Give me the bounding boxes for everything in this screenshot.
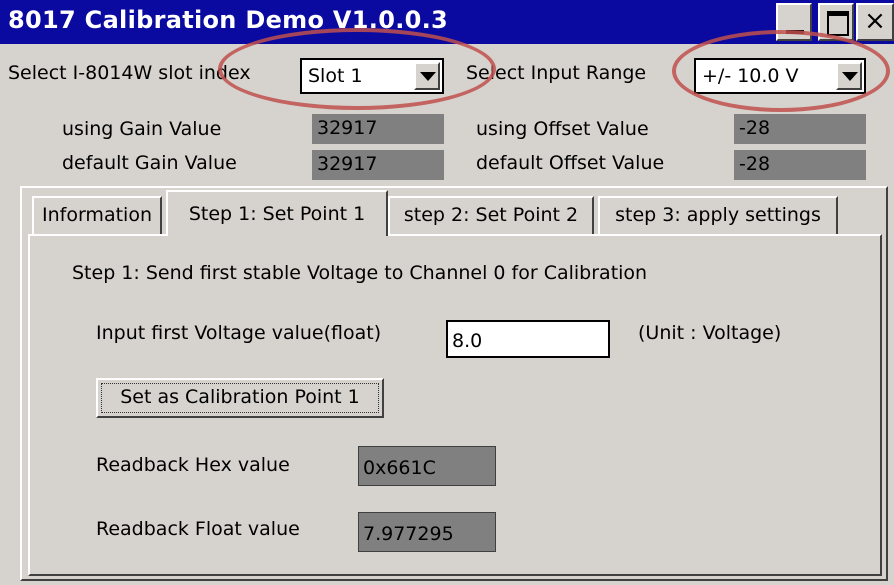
chevron-down-icon[interactable]: [414, 62, 440, 90]
close-icon: ×: [864, 6, 886, 36]
tab-information[interactable]: Information: [32, 196, 162, 234]
using-offset-value: -28: [734, 114, 866, 144]
using-gain-label: using Gain Value: [62, 118, 222, 140]
range-select[interactable]: +/- 10.0 V: [694, 58, 866, 94]
minimize-button[interactable]: [776, 3, 812, 41]
set-calibration-point-button[interactable]: Set as Calibration Point 1: [96, 378, 384, 418]
focus-rect: [101, 383, 379, 413]
close-button[interactable]: ×: [856, 3, 894, 41]
tab-step1[interactable]: Step 1: Set Point 1: [166, 190, 388, 236]
chevron-down-icon[interactable]: [836, 62, 862, 90]
default-offset-label: default Offset Value: [476, 152, 665, 174]
voltage-input[interactable]: 8.0: [446, 320, 610, 358]
maximize-button[interactable]: [818, 3, 854, 41]
step1-instruction: Step 1: Send first stable Voltage to Cha…: [72, 262, 648, 284]
tab-step2[interactable]: step 2: Set Point 2: [388, 196, 594, 234]
minimize-icon: [786, 30, 804, 34]
readback-hex-value: 0x661C: [358, 446, 496, 486]
range-label: Select Input Range: [466, 62, 647, 84]
default-offset-value: -28: [734, 150, 866, 180]
using-gain-value: 32917: [312, 114, 444, 144]
readback-hex-label: Readback Hex value: [96, 454, 290, 476]
slot-label: Select I-8014W slot index: [8, 62, 251, 84]
default-gain-value: 32917: [312, 150, 444, 180]
maximize-icon: [827, 11, 849, 36]
readback-float-label: Readback Float value: [96, 518, 300, 540]
slot-select-value: Slot 1: [308, 65, 363, 87]
voltage-input-label: Input first Voltage value(float): [96, 322, 382, 344]
using-offset-label: using Offset Value: [476, 118, 649, 140]
default-gain-label: default Gain Value: [62, 152, 237, 174]
window-title: 8017 Calibration Demo V1.0.0.3: [8, 6, 449, 34]
slot-select[interactable]: Slot 1: [300, 58, 444, 94]
range-select-value: +/- 10.0 V: [702, 65, 799, 87]
readback-float-value: 7.977295: [358, 512, 496, 552]
tab-step3[interactable]: step 3: apply settings: [598, 196, 838, 234]
unit-label: (Unit : Voltage): [638, 322, 782, 344]
